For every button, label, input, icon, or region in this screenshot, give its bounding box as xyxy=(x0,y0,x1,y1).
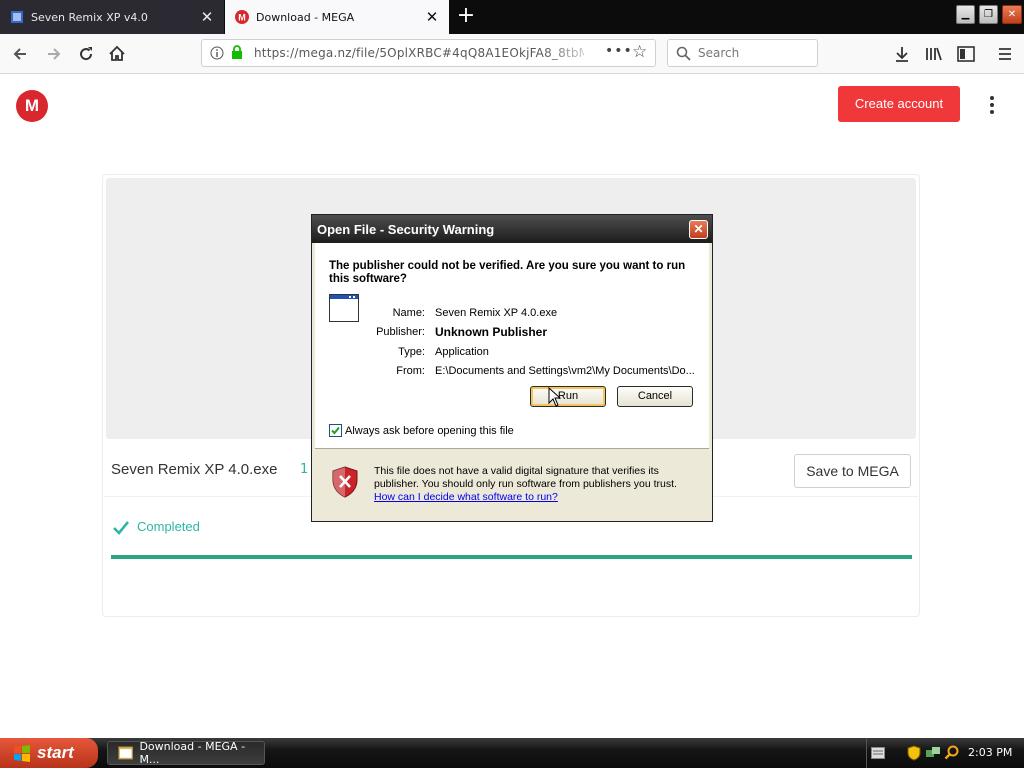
downloads-icon[interactable] xyxy=(890,42,914,66)
url-bar[interactable]: https://mega.nz/file/5OplXRBC#4qQ8A1EOkj… xyxy=(201,39,656,67)
type-label: Type: xyxy=(398,346,425,358)
file-name: Seven Remix XP 4.0.exe xyxy=(111,461,278,478)
tab-strip: Seven Remix XP v4.0 ✕ M Download - MEGA … xyxy=(0,0,1024,34)
search-input[interactable]: Search xyxy=(667,39,818,67)
run-button[interactable]: Run xyxy=(530,386,606,407)
help-link[interactable]: How can I decide what software to run? xyxy=(374,491,558,503)
url-text: https://mega.nz/file/5OplXRBC#4qQ8A1EOkj… xyxy=(254,46,584,60)
always-ask-label[interactable]: Always ask before opening this file xyxy=(345,425,514,437)
window-close-icon[interactable]: ✕ xyxy=(1002,5,1022,24)
mega-logo[interactable]: M xyxy=(16,90,48,122)
security-warning-dialog: Open File - Security Warning ✕ The publi… xyxy=(311,214,713,522)
sidebar-icon[interactable] xyxy=(954,42,978,66)
home-icon[interactable] xyxy=(105,42,129,66)
forward-icon[interactable] xyxy=(42,42,66,66)
taskbar-window-button[interactable]: Download - MEGA - M... xyxy=(107,740,265,766)
new-tab-icon[interactable]: + xyxy=(453,4,479,30)
from-value: E:\Documents and Settings\vm2\My Documen… xyxy=(435,365,695,377)
close-tab-icon[interactable]: ✕ xyxy=(196,10,218,25)
type-value: Application xyxy=(435,346,489,358)
start-button[interactable]: start xyxy=(0,738,98,768)
menu-icon[interactable] xyxy=(993,42,1017,66)
taskbar: start Download - MEGA - M... 2:03 PM xyxy=(0,738,1024,768)
mouse-cursor-icon xyxy=(548,387,562,407)
name-value: Seven Remix XP 4.0.exe xyxy=(435,307,558,319)
dialog-question: The publisher could not be verified. Are… xyxy=(329,260,686,285)
dialog-title: Open File - Security Warning xyxy=(317,222,495,237)
checkbox-check-icon xyxy=(331,426,340,435)
always-ask-checkbox[interactable] xyxy=(329,424,342,437)
network-icon[interactable] xyxy=(925,745,941,761)
info-icon[interactable] xyxy=(210,46,224,60)
lock-icon xyxy=(232,45,242,59)
download-status: Completed xyxy=(137,519,200,534)
search-placeholder: Search xyxy=(698,46,740,60)
more-options-icon[interactable] xyxy=(985,96,999,118)
footer-message: This file does not have a valid digital … xyxy=(374,465,677,490)
restore-icon[interactable]: ❐ xyxy=(979,5,998,24)
svg-text:M: M xyxy=(238,13,246,23)
close-tab-icon[interactable]: ✕ xyxy=(421,10,443,25)
page-favicon-icon xyxy=(11,11,23,23)
cancel-button[interactable]: Cancel xyxy=(617,386,693,407)
dialog-close-icon[interactable]: ✕ xyxy=(689,220,708,239)
taskbar-window-title: Download - MEGA - M... xyxy=(139,740,246,766)
reload-icon[interactable] xyxy=(74,42,98,66)
navigation-toolbar: https://mega.nz/file/5OplXRBC#4qQ8A1EOkj… xyxy=(0,34,1024,74)
start-label: start xyxy=(37,743,74,762)
page-actions-icon[interactable]: ••• xyxy=(605,43,633,59)
dialog-body: The publisher could not be verified. Are… xyxy=(315,243,709,520)
dialog-titlebar[interactable]: Open File - Security Warning ✕ xyxy=(312,215,712,243)
clock: 2:03 PM xyxy=(968,746,1013,759)
security-shield-icon[interactable] xyxy=(907,745,921,761)
search-icon xyxy=(676,46,691,61)
progress-fill xyxy=(111,555,912,559)
tab-title: Download - MEGA xyxy=(256,10,355,24)
back-icon[interactable] xyxy=(8,42,32,66)
mega-favicon-icon: M xyxy=(235,10,249,24)
dialog-footer: This file does not have a valid digital … xyxy=(315,449,709,520)
create-account-button[interactable]: Create account xyxy=(838,86,960,122)
windows-flag-icon xyxy=(14,745,30,762)
file-size: 1 xyxy=(300,462,309,477)
search-tray-icon[interactable] xyxy=(944,745,960,761)
tab-mega-download[interactable]: M Download - MEGA ✕ xyxy=(225,0,449,34)
publisher-value: Unknown Publisher xyxy=(435,325,548,339)
checkmark-icon xyxy=(113,521,130,535)
keyboard-icon[interactable] xyxy=(871,747,885,759)
tab-title: Seven Remix XP v4.0 xyxy=(31,10,148,24)
browser-task-icon xyxy=(118,746,134,760)
minimize-icon[interactable]: ▁ xyxy=(956,5,975,24)
shield-warning-icon xyxy=(332,466,358,498)
save-to-mega-button[interactable]: Save to MEGA xyxy=(794,454,911,488)
footer-text: This file does not have a valid digital … xyxy=(374,465,694,504)
tab-seven-remix[interactable]: Seven Remix XP v4.0 ✕ xyxy=(0,0,224,34)
bookmark-star-icon[interactable]: ☆ xyxy=(632,43,647,61)
publisher-label: Publisher: xyxy=(376,326,425,338)
name-label: Name: xyxy=(392,307,425,319)
library-icon[interactable] xyxy=(922,42,946,66)
download-progress-bar xyxy=(111,555,912,559)
from-label: From: xyxy=(396,365,425,377)
